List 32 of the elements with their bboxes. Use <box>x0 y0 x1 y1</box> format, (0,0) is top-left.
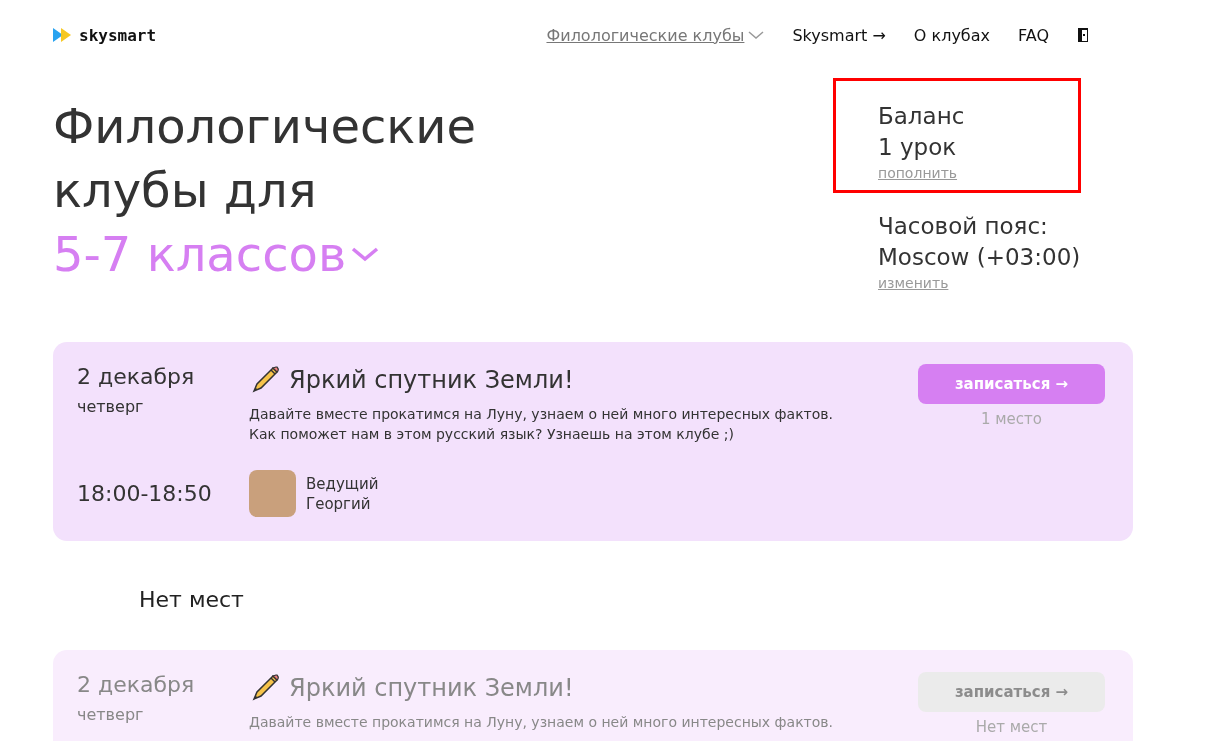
nav-link[interactable]: Skysmart → <box>792 25 886 45</box>
club-date: 2 декабря <box>77 364 196 389</box>
change-link[interactable]: изменить <box>878 275 949 291</box>
club-description: Давайте вместе прокатимся на Луну, узнаем о ней много интересных фактов. <box>249 713 835 732</box>
timezone-value: Moscow (+03:00) <box>878 243 1082 272</box>
club-weekday: четверг <box>77 397 145 416</box>
grade-selector[interactable]: 5-7 классов <box>53 222 347 286</box>
host-photo-placeholder <box>249 470 296 517</box>
club-title: Яркий спутник Земли! <box>289 674 574 702</box>
club-time: 18:00-18:50 <box>77 481 213 506</box>
page-title: Филологические <box>53 97 477 156</box>
club-description: Давайте вместе прокатимся на Луну, узнаем о ней много интересных фактов. Как поможет нам в этом русский язык? Узнаешь на этом клубе ;) <box>249 405 835 444</box>
club-date: 2 декабря <box>77 672 196 697</box>
top-up-link[interactable]: пополнить <box>878 165 958 181</box>
logo-icon <box>53 28 73 42</box>
timezone-label: Часовой пояс: <box>878 212 1049 241</box>
club-weekday: четверг <box>77 705 145 724</box>
chevron-down-icon <box>748 30 765 40</box>
balance-label: Баланс <box>878 102 966 131</box>
host-name: Ведущий Георгий <box>306 473 379 514</box>
nav-link[interactable]: FAQ <box>1018 25 1049 45</box>
balance-value: 1 урок <box>878 133 958 162</box>
signup-button[interactable]: записаться → <box>918 364 1105 404</box>
section-heading: Нет мест <box>139 587 245 612</box>
nav-link[interactable]: Филологические клубы <box>546 25 765 45</box>
page-title: клубы для <box>53 161 318 220</box>
club-title: Яркий спутник Земли! <box>289 366 574 394</box>
door-icon[interactable] <box>1077 27 1089 43</box>
logo-text: skysmart <box>79 25 157 45</box>
seats-count: Нет мест <box>975 718 1048 736</box>
seats-count: 1 место <box>981 410 1042 428</box>
nav-link[interactable]: О клубах <box>913 25 990 45</box>
